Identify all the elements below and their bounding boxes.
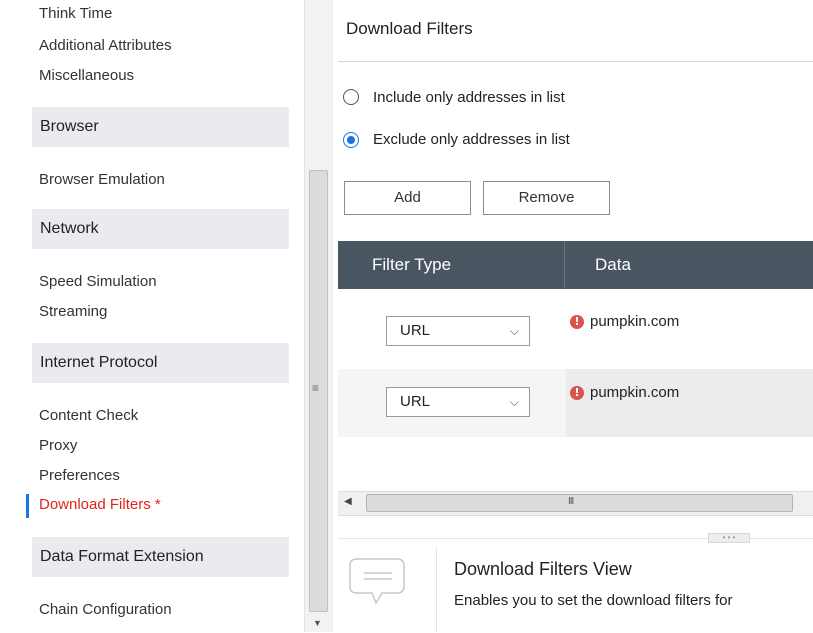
chevron-down-icon: ⌵ xyxy=(509,324,519,338)
sidebar-item-think-time[interactable]: Think Time xyxy=(39,5,112,22)
speech-bubble-icon xyxy=(348,557,408,612)
sidebar-section-browser: Browser xyxy=(32,107,289,147)
sidebar-item-download-filters[interactable]: Download Filters * xyxy=(39,496,161,513)
include-only-radio[interactable] xyxy=(343,89,359,105)
sidebar-section-network: Network xyxy=(32,209,289,249)
help-divider xyxy=(436,548,437,632)
sidebar-item-speed-simulation[interactable]: Speed Simulation xyxy=(39,273,157,290)
error-icon: ! xyxy=(570,315,584,329)
error-icon: ! xyxy=(570,386,584,400)
help-panel xyxy=(338,538,813,633)
help-description: Enables you to set the download filters … xyxy=(454,592,733,609)
table-row: URL ⌵ ! pumpkin.com xyxy=(338,298,813,366)
sidebar-item-proxy[interactable]: Proxy xyxy=(39,437,77,454)
column-header-data[interactable]: Data xyxy=(595,241,631,289)
table-header: Filter Type Data xyxy=(338,241,813,289)
active-indicator xyxy=(26,494,29,518)
help-title: Download Filters View xyxy=(454,559,632,579)
sidebar-section-data-format-extension: Data Format Extension xyxy=(32,537,289,577)
title-divider xyxy=(338,61,813,62)
scroll-left-icon[interactable]: ◀ xyxy=(344,496,352,507)
column-header-filter-type[interactable]: Filter Type xyxy=(372,241,451,289)
scroll-grip-icon: III xyxy=(568,496,574,507)
data-cell[interactable]: ! pumpkin.com xyxy=(566,369,813,437)
sidebar-item-streaming[interactable]: Streaming xyxy=(39,303,107,320)
data-value: pumpkin.com xyxy=(590,313,680,330)
horizontal-scrollbar-thumb[interactable] xyxy=(366,494,793,512)
filter-type-select[interactable]: URL ⌵ xyxy=(386,387,530,417)
sidebar-item-miscellaneous[interactable]: Miscellaneous xyxy=(39,67,134,84)
data-cell[interactable]: ! pumpkin.com xyxy=(566,298,813,366)
sidebar-item-content-check[interactable]: Content Check xyxy=(39,407,138,424)
sidebar-item-browser-emulation[interactable]: Browser Emulation xyxy=(39,171,165,188)
include-only-label[interactable]: Include only addresses in list xyxy=(373,89,565,106)
data-value: pumpkin.com xyxy=(590,384,680,401)
exclude-only-radio[interactable] xyxy=(343,132,359,148)
sidebar: Think Time Additional Attributes Miscell… xyxy=(0,0,304,632)
sidebar-section-internet-protocol: Internet Protocol xyxy=(32,343,289,383)
table-row: URL ⌵ ! pumpkin.com xyxy=(338,369,813,437)
page-title: Download Filters xyxy=(346,19,473,38)
chevron-down-icon: ⌵ xyxy=(509,395,519,409)
more-options-icon[interactable]: • • • xyxy=(708,533,750,543)
filter-type-value: URL xyxy=(400,322,431,339)
filter-type-value: URL xyxy=(400,393,431,410)
column-divider xyxy=(564,241,565,289)
sidebar-item-additional-attributes[interactable]: Additional Attributes xyxy=(39,37,172,54)
grip-icon[interactable]: ≡ xyxy=(312,381,319,395)
add-button[interactable]: Add xyxy=(344,181,471,215)
scroll-down-icon[interactable]: ▼ xyxy=(313,618,322,628)
remove-button[interactable]: Remove xyxy=(483,181,610,215)
filter-type-select[interactable]: URL ⌵ xyxy=(386,316,530,346)
exclude-only-label[interactable]: Exclude only addresses in list xyxy=(373,131,570,148)
sidebar-item-chain-configuration[interactable]: Chain Configuration xyxy=(39,601,172,618)
sidebar-item-preferences[interactable]: Preferences xyxy=(39,467,120,484)
